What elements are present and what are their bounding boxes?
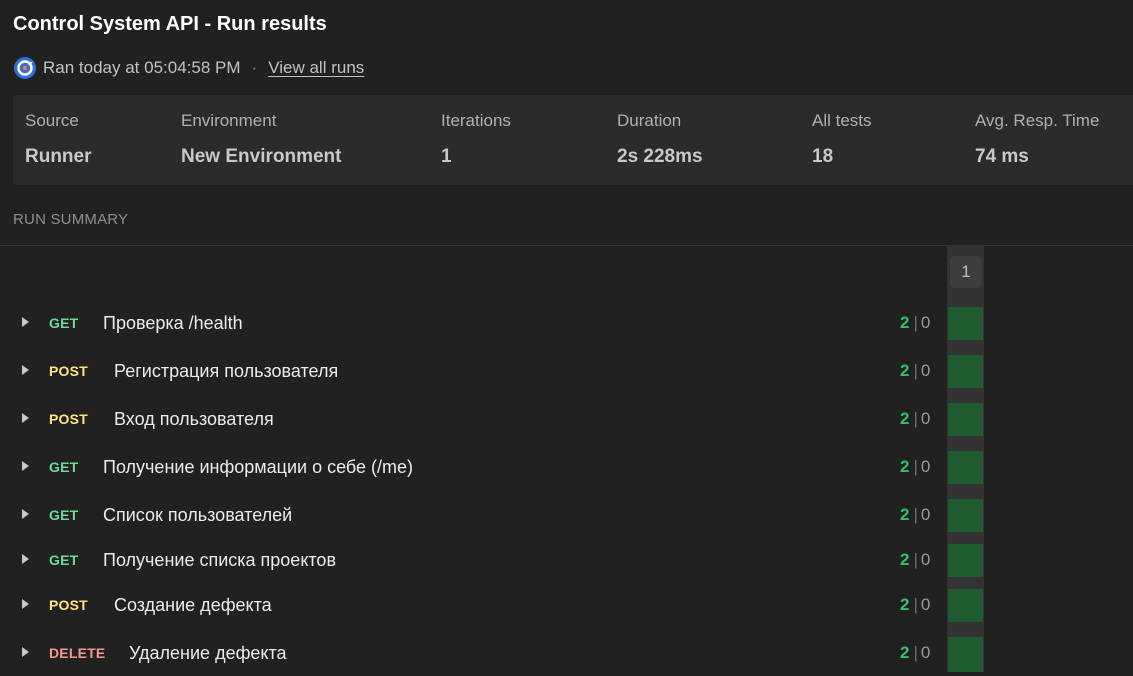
iteration-result-cell[interactable] <box>948 637 983 672</box>
passed-count: 2 <box>900 595 910 614</box>
passed-count: 2 <box>900 643 910 662</box>
test-counts: 2 | 0 <box>900 457 931 476</box>
separator-dot: · <box>251 58 258 77</box>
request-name: Регистрация пользователя <box>114 361 339 381</box>
request-row[interactable]: DELETE Удаление дефекта 2 | 0 <box>0 632 946 676</box>
iteration-result-cell[interactable] <box>948 544 983 577</box>
expand-caret-icon[interactable] <box>22 647 29 657</box>
passed-count: 2 <box>900 550 910 569</box>
test-counts: 2 | 0 <box>900 409 931 428</box>
stat-label: Iterations <box>441 111 511 130</box>
stat-value: 2s 228ms <box>617 146 703 167</box>
method-badge: GET <box>49 507 79 523</box>
method-badge: POST <box>49 597 88 613</box>
run-summary-heading: RUN SUMMARY <box>13 211 129 228</box>
test-counts: 2 | 0 <box>900 595 931 614</box>
test-counts: 2 | 0 <box>900 313 931 332</box>
run-stats-panel: Source Runner Environment New Environmen… <box>13 95 1133 185</box>
failed-count: 0 <box>920 550 931 569</box>
expand-caret-icon[interactable] <box>22 317 29 327</box>
passed-count: 2 <box>900 313 910 332</box>
expand-caret-icon[interactable] <box>22 365 29 375</box>
failed-count: 0 <box>920 643 931 662</box>
method-badge: GET <box>49 552 79 568</box>
stat-value: New Environment <box>181 146 342 167</box>
stat-label: All tests <box>812 111 872 130</box>
stat-label: Avg. Resp. Time <box>975 111 1100 130</box>
passed-count: 2 <box>900 457 910 476</box>
expand-caret-icon[interactable] <box>22 554 29 564</box>
iteration-header[interactable]: 1 <box>950 256 982 288</box>
failed-count: 0 <box>920 505 931 524</box>
method-badge: POST <box>49 363 88 379</box>
stat-value: 18 <box>812 146 834 167</box>
method-badge: GET <box>49 315 79 331</box>
run-info: Ran today at 05:04:58 PM · View all runs <box>13 56 364 80</box>
page-title: Control System API - Run results <box>13 13 327 35</box>
request-name: Проверка /health <box>103 313 243 333</box>
request-name: Получение информации о себе (/me) <box>103 457 414 477</box>
iteration-result-cell[interactable] <box>948 403 983 436</box>
stat-value: 74 ms <box>975 146 1029 167</box>
expand-caret-icon[interactable] <box>22 413 29 423</box>
expand-caret-icon[interactable] <box>22 461 29 471</box>
failed-count: 0 <box>920 409 931 428</box>
request-row[interactable]: GET Получение информации о себе (/me) 2 |… <box>0 446 946 490</box>
iteration-result-cell[interactable] <box>948 307 983 340</box>
passed-count: 2 <box>900 505 910 524</box>
method-badge: POST <box>49 411 88 427</box>
test-counts: 2 | 0 <box>900 361 931 380</box>
stat-label: Environment <box>181 111 277 130</box>
iteration-result-cell[interactable] <box>948 451 983 484</box>
request-row[interactable]: GET Получение списка проектов 2 | 0 <box>0 539 946 583</box>
failed-count: 0 <box>920 457 931 476</box>
view-all-runs-link[interactable]: View all runs <box>268 58 364 78</box>
request-row[interactable]: GET Проверка /health 2 | 0 <box>0 302 946 346</box>
failed-count: 0 <box>920 313 931 332</box>
request-name: Вход пользователя <box>114 409 274 429</box>
request-row[interactable]: GET Список пользователей 2 | 0 <box>0 494 946 538</box>
failed-count: 0 <box>920 595 931 614</box>
method-badge: GET <box>49 459 79 475</box>
iteration-result-cell[interactable] <box>948 589 983 622</box>
collection-runner-icon <box>14 57 36 79</box>
stat-label: Duration <box>617 111 682 130</box>
request-row[interactable]: POST Вход пользователя 2 | 0 <box>0 398 946 442</box>
passed-count: 2 <box>900 361 910 380</box>
request-name: Список пользователей <box>103 505 293 525</box>
test-counts: 2 | 0 <box>900 643 931 662</box>
method-badge: DELETE <box>49 645 106 661</box>
expand-caret-icon[interactable] <box>22 599 29 609</box>
failed-count: 0 <box>920 361 931 380</box>
test-counts: 2 | 0 <box>900 550 931 569</box>
expand-caret-icon[interactable] <box>22 509 29 519</box>
request-name: Получение списка проектов <box>103 550 337 570</box>
stat-label: Source <box>25 111 79 130</box>
request-row[interactable]: POST Создание дефекта 2 | 0 <box>0 584 946 628</box>
stat-value: Runner <box>25 146 92 167</box>
stat-value: 1 <box>441 146 452 167</box>
test-counts: 2 | 0 <box>900 505 931 524</box>
passed-count: 2 <box>900 409 910 428</box>
run-timestamp: Ran today at 05:04:58 PM <box>43 58 241 77</box>
iteration-result-cell[interactable] <box>948 499 983 532</box>
iteration-result-cell[interactable] <box>948 355 983 388</box>
request-name: Удаление дефекта <box>129 643 287 663</box>
request-row[interactable]: POST Регистрация пользователя 2 | 0 <box>0 350 946 394</box>
request-name: Создание дефекта <box>114 595 272 615</box>
